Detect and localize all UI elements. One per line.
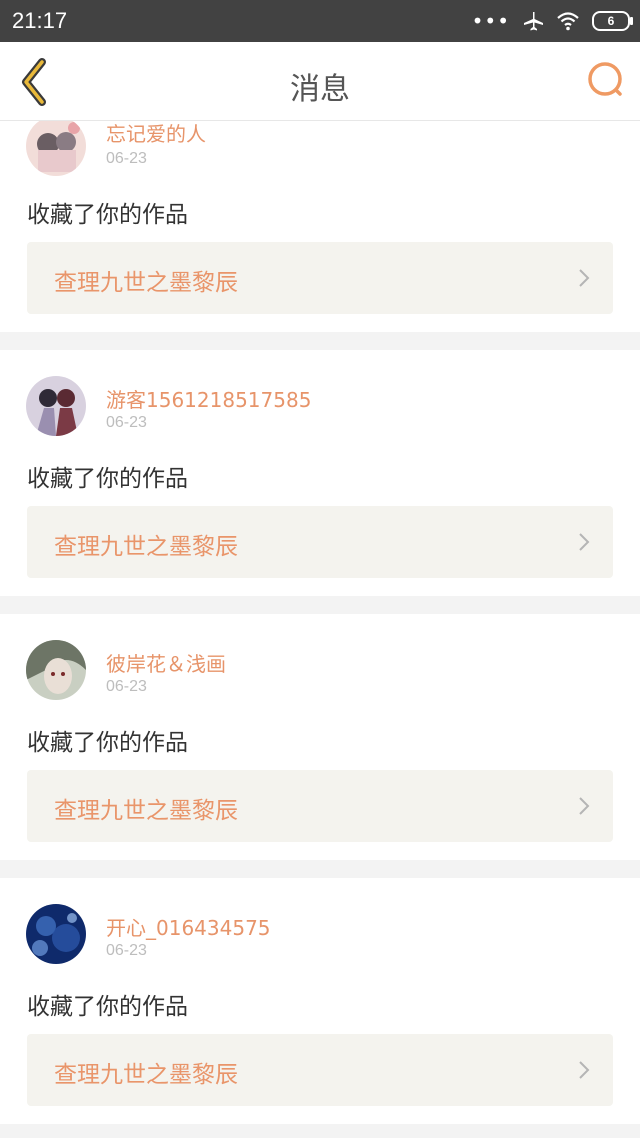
action-text: 收藏了你的作品 — [27, 730, 188, 756]
chevron-right-icon — [579, 533, 590, 551]
chevron-right-icon — [579, 1061, 590, 1079]
action-text: 收藏了你的作品 — [27, 994, 188, 1020]
message-card: 开心_016434575 06-23 收藏了你的作品 查理九世之墨黎辰 — [0, 878, 640, 1124]
work-title: 查理九世之墨黎辰 — [54, 1062, 238, 1088]
message-card: 彼岸花＆浅画 06-23 收藏了你的作品 查理九世之墨黎辰 — [0, 614, 640, 860]
avatar[interactable] — [26, 904, 86, 964]
work-title: 查理九世之墨黎辰 — [54, 798, 238, 824]
search-button[interactable] — [586, 60, 626, 100]
username[interactable]: 彼岸花＆浅画 — [106, 648, 226, 677]
message-card: 游客1561218517585 06-23 收藏了你的作品 查理九世之墨黎辰 — [0, 350, 640, 596]
work-link[interactable]: 查理九世之墨黎辰 — [27, 1034, 613, 1106]
more-dots-icon: ••• — [471, 9, 510, 33]
username[interactable]: 忘记爱的人 — [106, 118, 206, 147]
page-title: 消息 — [290, 72, 350, 107]
work-title: 查理九世之墨黎辰 — [54, 534, 238, 560]
airplane-icon — [524, 12, 543, 31]
status-bar: 21:17 ••• 6 — [0, 0, 640, 42]
status-icons: ••• 6 — [471, 9, 633, 33]
username[interactable]: 游客1561218517585 — [106, 384, 311, 413]
work-link[interactable]: 查理九世之墨黎辰 — [27, 506, 613, 578]
work-link[interactable]: 查理九世之墨黎辰 — [27, 770, 613, 842]
chevron-right-icon — [579, 797, 590, 815]
action-text: 收藏了你的作品 — [27, 202, 188, 228]
work-title: 查理九世之墨黎辰 — [54, 270, 238, 296]
message-date: 06-23 — [106, 678, 147, 695]
avatar[interactable] — [26, 640, 86, 700]
avatar[interactable] — [26, 376, 86, 436]
work-link[interactable]: 查理九世之墨黎辰 — [27, 242, 613, 314]
search-icon — [588, 62, 622, 96]
status-time: 21:17 — [12, 8, 68, 33]
wifi-icon — [557, 12, 579, 31]
header: 消息 — [0, 42, 640, 121]
message-date: 06-23 — [106, 150, 147, 167]
chevron-right-icon — [579, 269, 590, 287]
message-date: 06-23 — [106, 414, 147, 431]
message-date: 06-23 — [106, 942, 147, 959]
battery-icon: 6 — [592, 11, 633, 31]
battery-level: 6 — [607, 14, 615, 28]
action-text: 收藏了你的作品 — [27, 466, 188, 492]
avatar[interactable] — [26, 116, 86, 176]
username[interactable]: 开心_016434575 — [106, 912, 271, 941]
message-card: 忘记爱的人 06-23 收藏了你的作品 查理九世之墨黎辰 — [0, 96, 640, 332]
